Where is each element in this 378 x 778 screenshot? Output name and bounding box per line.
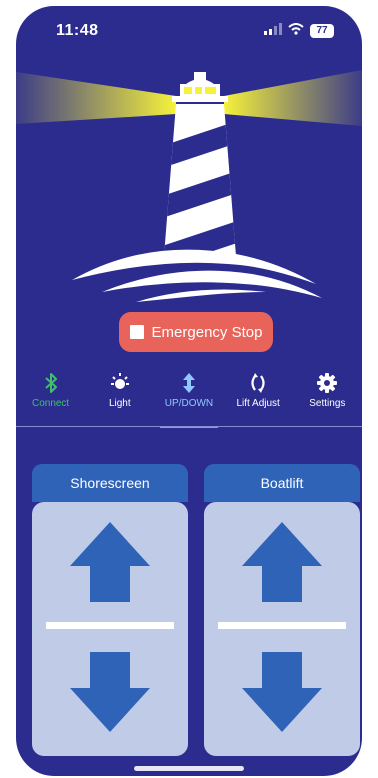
boatlift-panel: Boatlift [204, 464, 360, 756]
arrow-down-icon [242, 652, 322, 732]
tab-lift-adjust[interactable]: Lift Adjust [224, 368, 293, 424]
boatlift-title: Boatlift [204, 464, 360, 502]
adjust-arrows-icon [224, 372, 293, 398]
arrow-down-icon [70, 652, 150, 732]
wifi-icon [288, 22, 304, 40]
status-bar: 11:48 77 [16, 6, 362, 50]
lighthouse-logo [16, 70, 362, 302]
shorescreen-divider-bar [46, 622, 174, 629]
bluetooth-icon [16, 372, 85, 398]
boatlift-divider-bar [218, 622, 346, 629]
status-icons: 77 [264, 22, 334, 40]
boatlift-control [204, 502, 360, 756]
battery-icon: 77 [310, 24, 334, 38]
app-screen: 11:48 77 Emergency Stop Connect Light UP… [16, 6, 362, 776]
tab-up-down-label: UP/DOWN [164, 398, 214, 409]
gear-icon [293, 372, 362, 398]
tab-up-down[interactable]: UP/DOWN [154, 368, 223, 428]
tab-settings-label: Settings [309, 398, 346, 409]
home-indicator[interactable] [134, 766, 244, 771]
emergency-stop-label: Emergency Stop [151, 323, 263, 341]
emergency-stop-button[interactable]: Emergency Stop [119, 312, 273, 352]
shorescreen-title: Shorescreen [32, 464, 188, 502]
up-down-arrows-icon [154, 372, 223, 398]
tab-settings[interactable]: Settings [293, 368, 362, 424]
tab-light[interactable]: Light [85, 368, 154, 424]
shorescreen-panel: Shorescreen [32, 464, 188, 756]
sun-icon [85, 372, 154, 398]
shorescreen-down-button[interactable] [70, 650, 150, 734]
tab-divider [16, 426, 362, 427]
boatlift-up-button[interactable] [242, 520, 322, 604]
arrow-up-icon [242, 522, 322, 602]
signal-icon [264, 22, 282, 40]
status-time: 11:48 [56, 22, 99, 39]
tab-connect[interactable]: Connect [16, 368, 85, 424]
shorescreen-up-button[interactable] [70, 520, 150, 604]
stop-square-icon [129, 325, 144, 339]
tab-connect-label: Connect [31, 398, 70, 409]
shorescreen-control [32, 502, 188, 756]
boatlift-down-button[interactable] [242, 650, 322, 734]
arrow-up-icon [70, 522, 150, 602]
tab-light-label: Light [108, 398, 131, 409]
tab-bar: Connect Light UP/DOWN Lift Adjust Settin… [16, 368, 362, 428]
tab-lift-adjust-label: Lift Adjust [236, 398, 280, 409]
